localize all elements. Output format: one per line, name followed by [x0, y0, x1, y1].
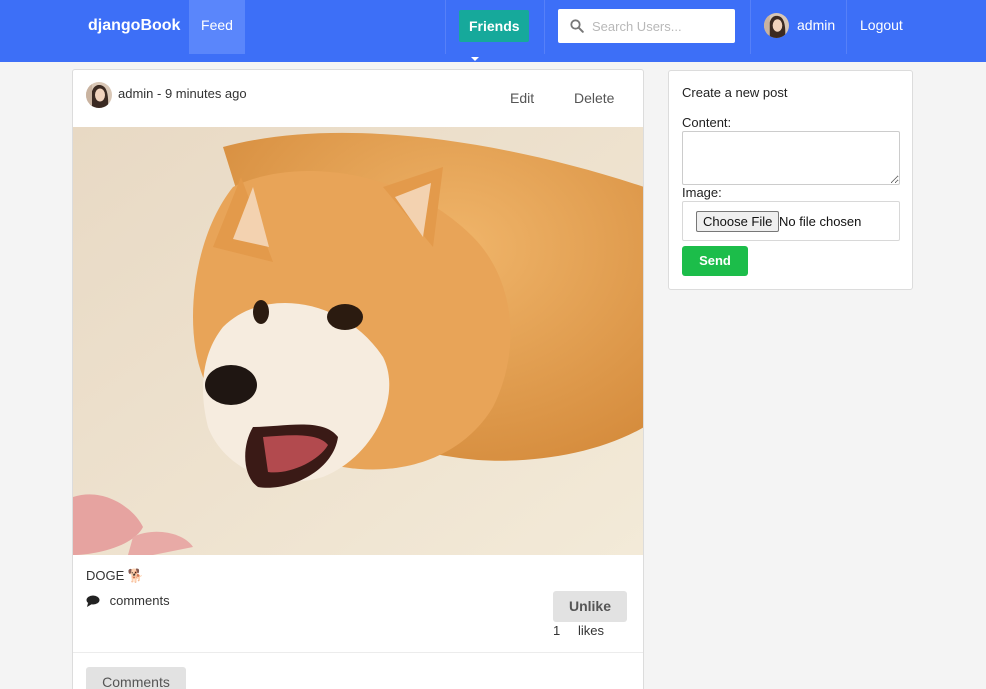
image-file-input: Choose File No file chosen: [682, 201, 900, 241]
comments-link-label: comments: [109, 593, 170, 608]
nav-divider: [544, 0, 545, 54]
delete-post-link[interactable]: Delete: [574, 90, 614, 106]
search-box: [558, 9, 735, 43]
post-author-meta: admin - 9 minutes ago: [118, 86, 247, 101]
caret-down-icon: [471, 57, 479, 62]
brand-logo[interactable]: djangoBook: [88, 17, 180, 35]
search-icon: [570, 19, 584, 33]
nav-feed-link[interactable]: Feed: [189, 0, 245, 54]
edit-post-link[interactable]: Edit: [510, 90, 534, 106]
search-users-input[interactable]: [592, 9, 730, 43]
friends-dropdown-button[interactable]: Friends: [459, 10, 529, 62]
nav-divider: [445, 0, 446, 54]
friends-label: Friends: [469, 18, 520, 34]
unlike-button[interactable]: Unlike: [553, 591, 627, 622]
post-card: admin - 9 minutes ago Edit Delete DOGE 🐕…: [72, 69, 644, 689]
comment-bubble-icon: [86, 595, 100, 607]
file-status: No file chosen: [779, 214, 862, 229]
nav-divider: [750, 0, 751, 54]
content-label: Content:: [682, 115, 732, 130]
send-button[interactable]: Send: [682, 246, 748, 276]
nav-divider: [846, 0, 847, 54]
post-image-shiba-dog: [73, 127, 643, 555]
image-label: Image:: [682, 185, 722, 200]
create-post-title: Create a new post: [682, 85, 788, 100]
logout-link[interactable]: Logout: [860, 17, 903, 33]
post-author-avatar[interactable]: [86, 82, 112, 108]
comments-button[interactable]: Comments: [86, 667, 186, 689]
create-post-card: Create a new post Content: Image: Choose…: [668, 70, 913, 290]
user-avatar[interactable]: [764, 13, 789, 38]
nav-username[interactable]: admin: [797, 17, 835, 33]
content-textarea[interactable]: [682, 131, 900, 185]
likes-label: likes: [578, 623, 605, 638]
choose-file-button[interactable]: Choose File: [696, 211, 780, 232]
post-text: DOGE 🐕: [86, 568, 145, 583]
comments-link[interactable]: comments: [86, 593, 170, 608]
post-divider: [73, 652, 643, 653]
navbar: djangoBook Feed Friends admin Logout: [0, 0, 986, 62]
likes-count: 1: [553, 623, 561, 638]
